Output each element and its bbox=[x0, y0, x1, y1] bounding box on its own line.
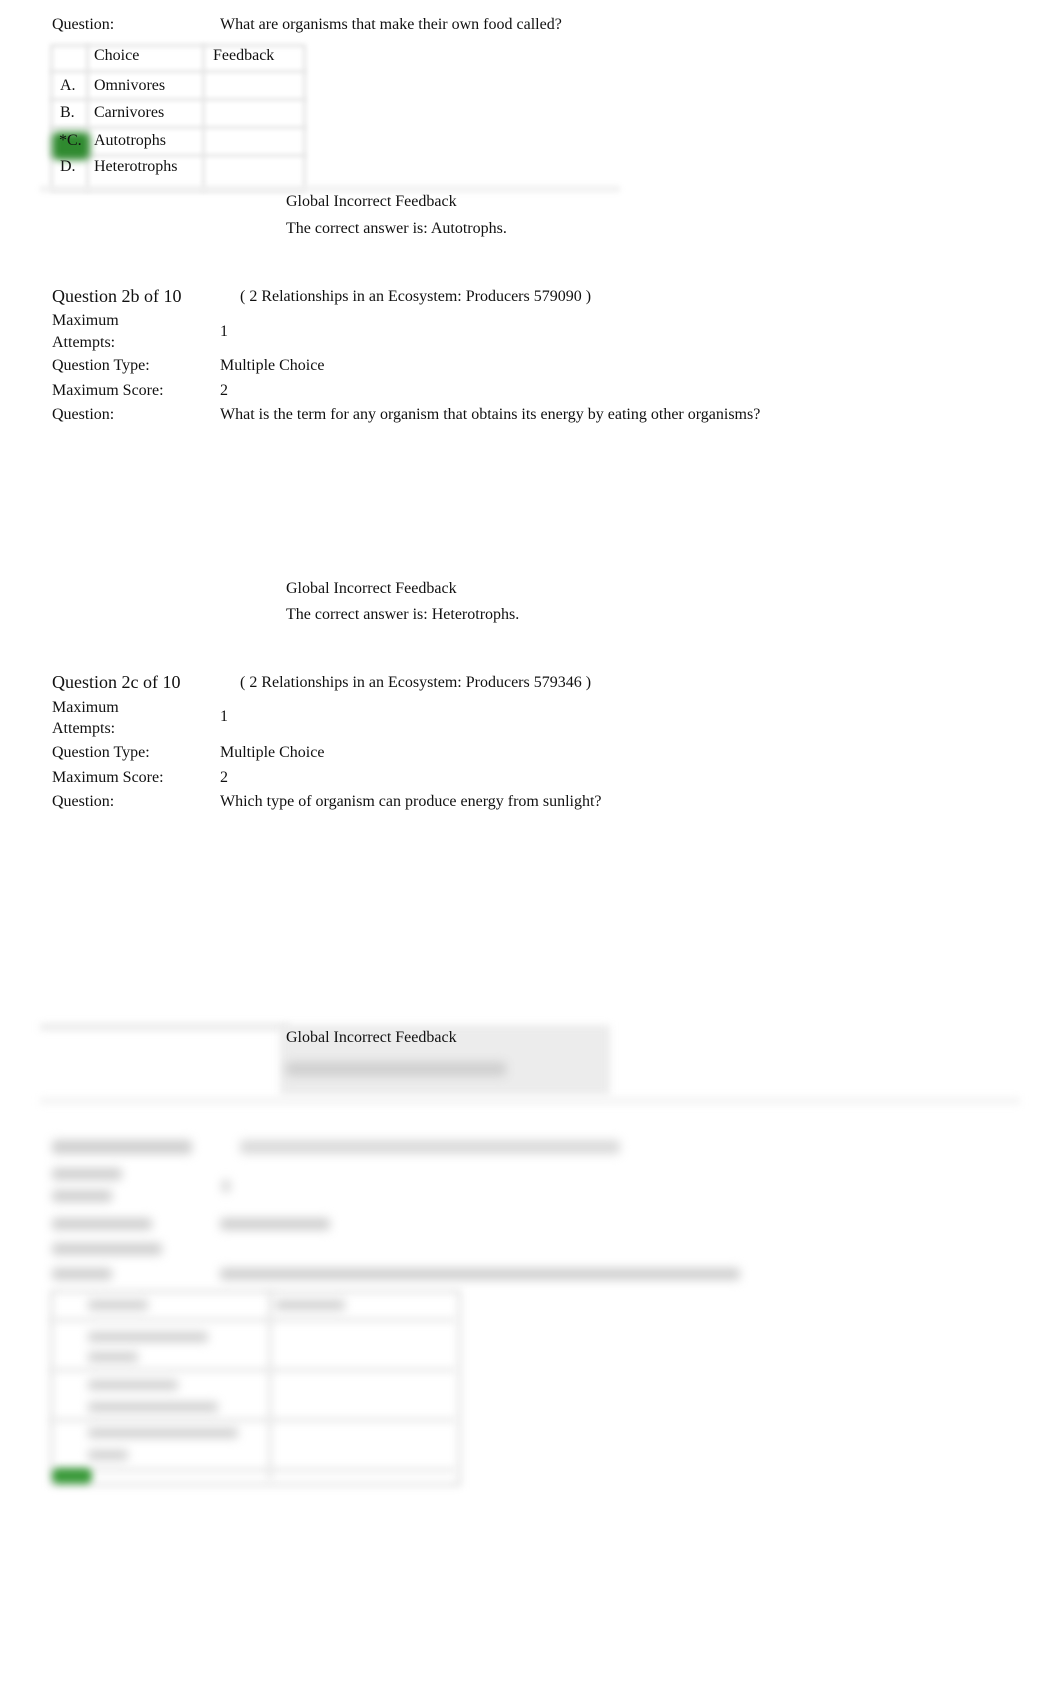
question-text: What is the term for any organism that o… bbox=[220, 406, 761, 423]
choices-table bbox=[50, 44, 306, 192]
blurred-divider bbox=[40, 1024, 290, 1030]
blurred-label bbox=[52, 1190, 112, 1202]
question-heading: Question 2b of 10 bbox=[52, 286, 182, 306]
choice-text: Autotrophs bbox=[94, 132, 166, 149]
choice-letter: A. bbox=[60, 77, 76, 94]
max-attempts-label: Attempts: bbox=[52, 720, 116, 737]
blurred-label bbox=[52, 1218, 152, 1230]
global-feedback-text: The correct answer is: Autotrophs. bbox=[286, 220, 507, 237]
column-header-choice: Choice bbox=[94, 47, 140, 64]
blurred-col-divider bbox=[268, 1290, 272, 1480]
question-label: Question: bbox=[52, 406, 115, 423]
choice-text: Heterotrophs bbox=[94, 158, 178, 175]
table-divider bbox=[86, 44, 89, 192]
question-type-value: Multiple Choice bbox=[220, 744, 325, 761]
blurred-source bbox=[240, 1140, 620, 1154]
global-feedback-title: Global Incorrect Feedback bbox=[286, 1029, 457, 1046]
choice-letter: D. bbox=[60, 158, 76, 175]
global-feedback-title: Global Incorrect Feedback bbox=[286, 580, 457, 597]
blurred-label bbox=[52, 1168, 122, 1180]
question-type-value: Multiple Choice bbox=[220, 357, 325, 374]
question-source: ( 2 Relationships in an Ecosystem: Produ… bbox=[240, 288, 592, 305]
question-label: Question: bbox=[52, 16, 115, 33]
max-attempts-label: Maximum bbox=[52, 699, 119, 716]
question-heading: Question 2c of 10 bbox=[52, 672, 181, 692]
choice-text: Omnivores bbox=[94, 77, 166, 94]
blurred-value bbox=[222, 1180, 230, 1192]
question-type-label: Question Type: bbox=[52, 744, 150, 761]
choice-text: Carnivores bbox=[94, 104, 165, 121]
blurred-value bbox=[220, 1218, 330, 1230]
max-attempts-label: Maximum bbox=[52, 312, 119, 329]
blurred-cell bbox=[88, 1428, 238, 1438]
question-label: Question: bbox=[52, 793, 115, 810]
question-text: Which type of organism can produce energ… bbox=[220, 793, 602, 810]
blurred-heading bbox=[52, 1140, 192, 1154]
blurred-correct-highlight bbox=[52, 1468, 92, 1484]
question-type-label: Question Type: bbox=[52, 357, 150, 374]
question-text: What are organisms that make their own f… bbox=[220, 16, 562, 33]
table-divider bbox=[202, 44, 205, 192]
blurred-row-divider bbox=[50, 1418, 455, 1422]
blurred-cell bbox=[88, 1300, 148, 1310]
blurred-divider bbox=[40, 1098, 1020, 1104]
choice-letter-correct: *C. bbox=[59, 132, 82, 149]
blurred-row-divider bbox=[50, 1368, 455, 1372]
global-feedback-title: Global Incorrect Feedback bbox=[286, 193, 457, 210]
blurred-row-divider bbox=[50, 1318, 455, 1322]
blurred-feedback-text bbox=[286, 1062, 506, 1076]
blurred-cell bbox=[88, 1380, 178, 1390]
max-score-value: 2 bbox=[220, 382, 228, 399]
blurred-label bbox=[52, 1243, 162, 1255]
max-score-label: Maximum Score: bbox=[52, 769, 164, 786]
max-score-value: 2 bbox=[220, 769, 228, 786]
blurred-row-divider bbox=[50, 1468, 455, 1472]
max-attempts-value: 1 bbox=[220, 323, 228, 340]
max-attempts-value: 1 bbox=[220, 708, 228, 725]
global-feedback-text: The correct answer is: Heterotrophs. bbox=[286, 606, 520, 623]
section-divider bbox=[40, 186, 620, 192]
blurred-value bbox=[220, 1268, 740, 1280]
blurred-cell bbox=[88, 1450, 128, 1460]
column-header-feedback: Feedback bbox=[213, 47, 275, 64]
blurred-cell bbox=[88, 1402, 218, 1412]
blurred-cell bbox=[275, 1300, 345, 1310]
choice-letter: B. bbox=[60, 104, 75, 121]
question-source: ( 2 Relationships in an Ecosystem: Produ… bbox=[240, 674, 592, 691]
blurred-cell bbox=[88, 1352, 138, 1362]
blurred-label bbox=[52, 1268, 112, 1280]
max-attempts-label: Attempts: bbox=[52, 334, 116, 351]
max-score-label: Maximum Score: bbox=[52, 382, 164, 399]
blurred-cell bbox=[88, 1332, 208, 1342]
